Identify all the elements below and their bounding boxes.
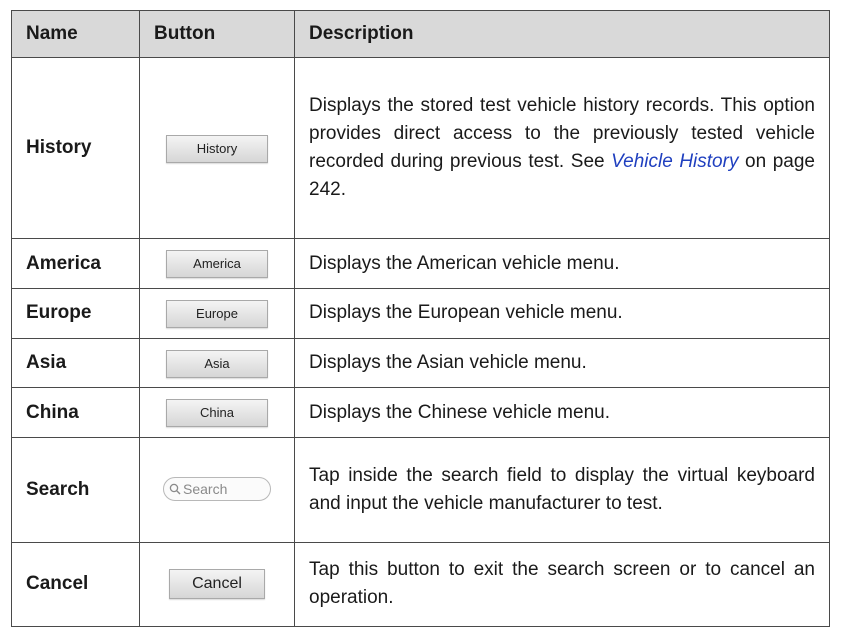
- row-name: Search: [11, 437, 140, 543]
- table-header-row: Name Button Description: [11, 10, 830, 58]
- row-name: Cancel: [11, 541, 140, 628]
- row-description: Displays the Chinese vehicle menu.: [294, 387, 830, 438]
- vehicle-history-link[interactable]: Vehicle History: [611, 151, 738, 172]
- row-button-cell: History: [139, 56, 295, 240]
- row-button-cell: Cancel: [139, 541, 295, 628]
- row-name: America: [11, 238, 140, 290]
- europe-button[interactable]: Europe: [166, 299, 268, 328]
- row-button-cell: Europe: [139, 288, 295, 339]
- row-button-cell: Search: [139, 437, 295, 543]
- row-description: Displays the Asian vehicle menu.: [294, 337, 830, 389]
- row-button-cell: China: [139, 387, 295, 438]
- cancel-button[interactable]: Cancel: [169, 569, 265, 600]
- table-row-cancel: Cancel Cancel Tap this button to exit th…: [11, 541, 830, 628]
- header-description: Description: [294, 10, 830, 58]
- magnifier-icon: [169, 483, 181, 495]
- row-name: Asia: [11, 337, 140, 389]
- row-description: Tap inside the search field to display t…: [294, 437, 830, 543]
- header-button: Button: [139, 10, 295, 58]
- asia-button[interactable]: Asia: [166, 349, 268, 378]
- table-row-america: America America Displays the American ve…: [11, 238, 830, 290]
- row-name: China: [11, 387, 140, 438]
- table-row-history: History History Displays the stored test…: [11, 56, 830, 240]
- button-description-table: Name Button Description History History …: [11, 10, 830, 628]
- search-field[interactable]: Search: [163, 476, 271, 501]
- row-name: Europe: [11, 288, 140, 339]
- row-description: Tap this button to exit the search scree…: [294, 541, 830, 628]
- row-button-cell: Asia: [139, 337, 295, 389]
- china-button[interactable]: China: [166, 399, 268, 428]
- america-button[interactable]: America: [166, 250, 268, 279]
- table-row-asia: Asia Asia Displays the Asian vehicle men…: [11, 337, 830, 389]
- row-button-cell: America: [139, 238, 295, 290]
- row-description: Displays the stored test vehicle history…: [294, 56, 830, 240]
- history-button[interactable]: History: [166, 134, 268, 163]
- table-row-europe: Europe Europe Displays the European vehi…: [11, 288, 830, 339]
- table-row-search: Search Search Tap inside the search fiel…: [11, 437, 830, 543]
- search-placeholder: Search: [183, 480, 228, 497]
- row-description: Displays the American vehicle menu.: [294, 238, 830, 290]
- row-name: History: [11, 56, 140, 240]
- header-name: Name: [11, 10, 140, 58]
- table-row-china: China China Displays the Chinese vehicle…: [11, 387, 830, 438]
- row-description: Displays the European vehicle menu.: [294, 288, 830, 339]
